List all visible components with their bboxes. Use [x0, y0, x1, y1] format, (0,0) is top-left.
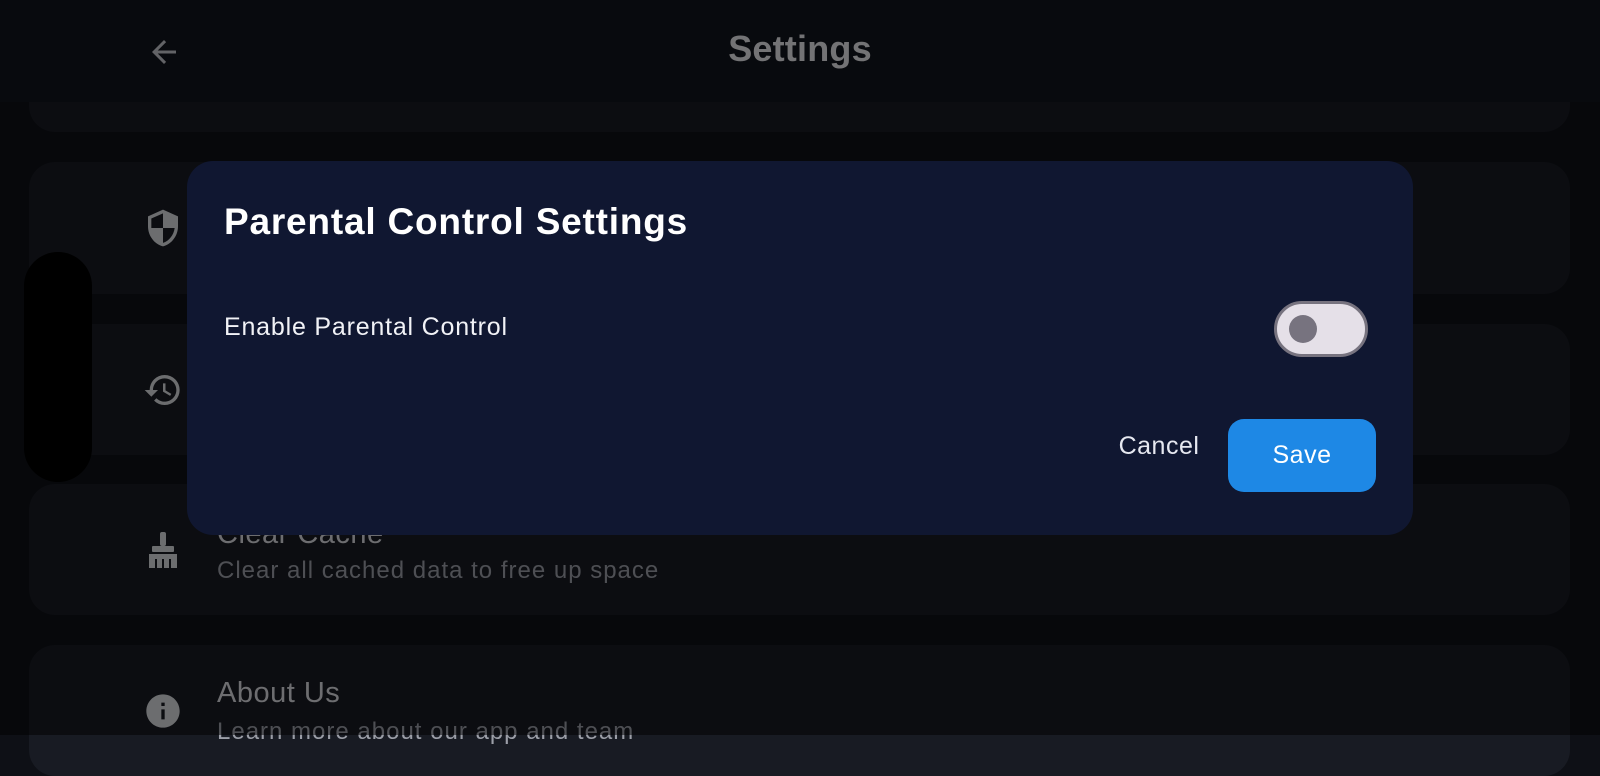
- enable-parental-control-label: Enable Parental Control: [224, 313, 508, 341]
- parental-control-dialog: Parental Control Settings Enable Parenta…: [187, 161, 1413, 535]
- parental-control-switch[interactable]: [1274, 301, 1368, 357]
- switch-knob: [1289, 315, 1317, 343]
- side-handle: [24, 252, 92, 482]
- save-button[interactable]: Save: [1228, 419, 1376, 492]
- dialog-title: Parental Control Settings: [224, 201, 689, 242]
- cancel-button[interactable]: Cancel: [1095, 419, 1223, 473]
